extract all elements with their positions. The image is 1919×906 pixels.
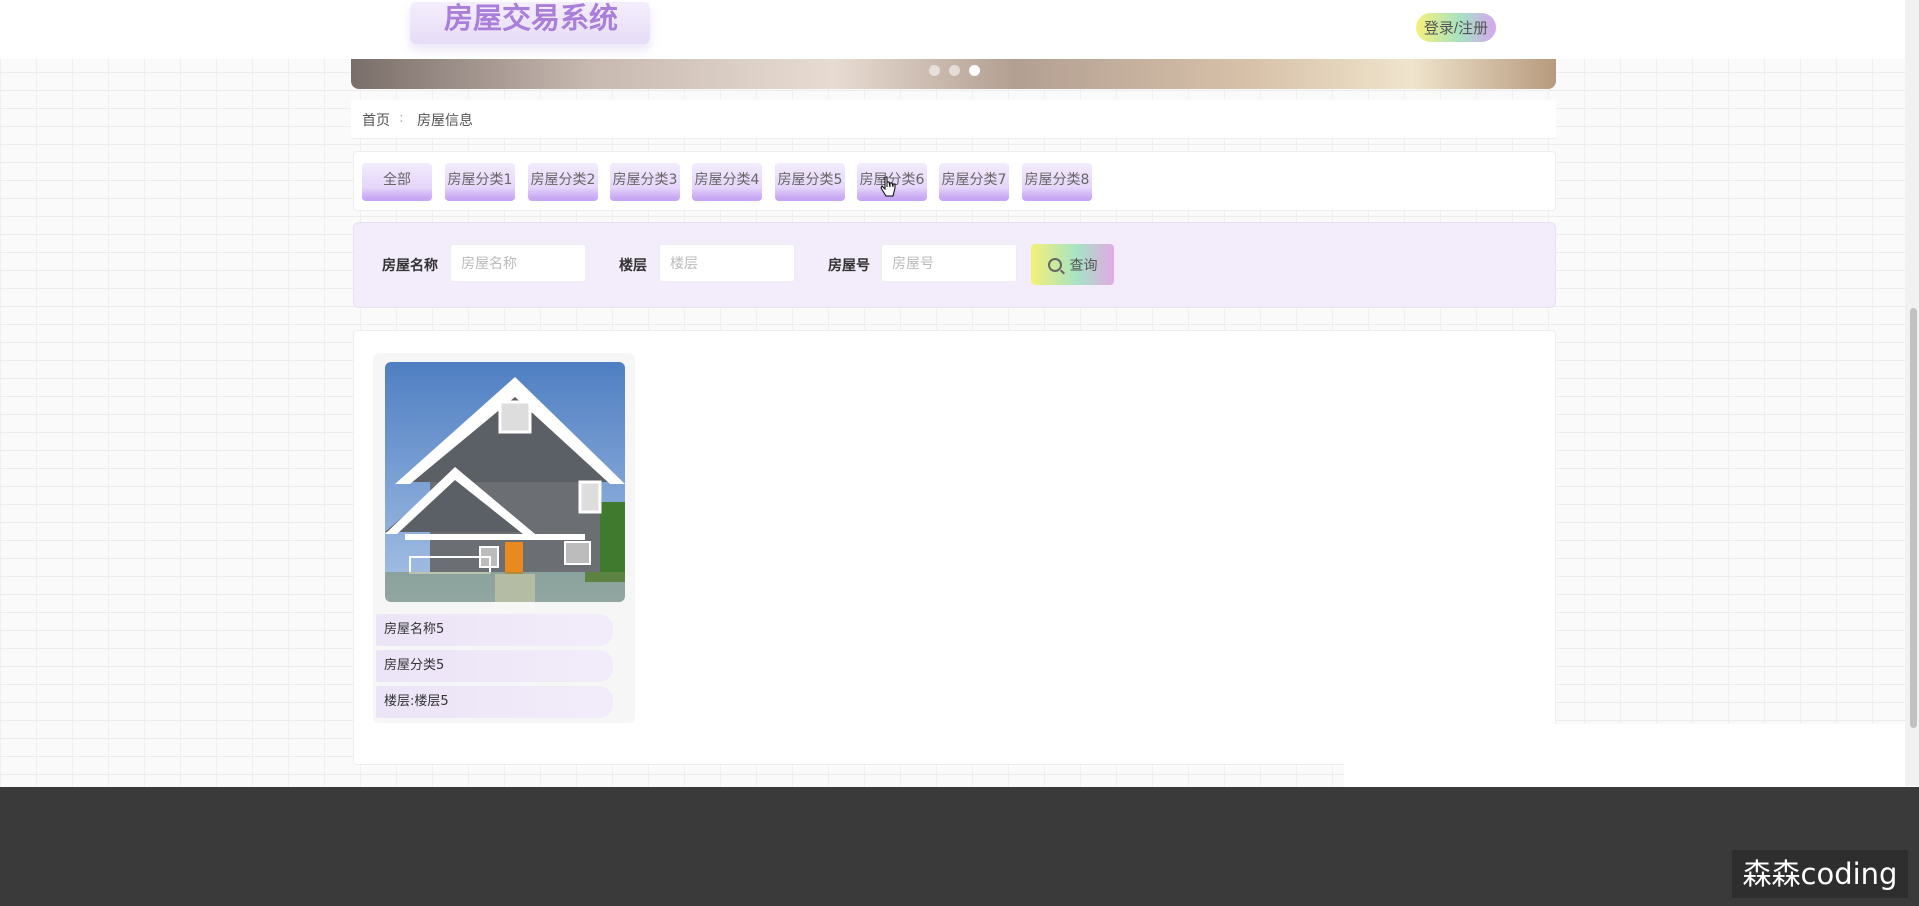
search-button[interactable]: 查询	[1031, 244, 1114, 285]
house-card-category: 房屋分类5	[376, 650, 613, 682]
breadcrumb-home[interactable]: 首页	[362, 110, 390, 130]
category-filter-panel: 全部 房屋分类1 房屋分类2 房屋分类3 房屋分类4 房屋分类5 房屋分类6 房…	[353, 151, 1556, 211]
site-logo[interactable]: 房屋交易系统	[420, 0, 642, 40]
header: 房屋交易系统 登录/注册	[0, 0, 1905, 59]
house-name-input[interactable]: 房屋名称	[450, 244, 586, 282]
category-tab-2[interactable]: 房屋分类2	[528, 163, 598, 198]
house-card-floor: 楼层:楼层5	[376, 686, 613, 718]
house-number-label: 房屋号	[828, 258, 870, 274]
search-button-label: 查询	[1069, 256, 1098, 273]
overlay-band	[1344, 724, 1919, 788]
house-card-name: 房屋名称5	[376, 614, 613, 646]
banner-carousel[interactable]	[351, 59, 1556, 89]
category-tab-7[interactable]: 房屋分类7	[939, 163, 1009, 198]
floor-label: 楼层	[619, 258, 647, 274]
search-icon	[1047, 257, 1062, 272]
carousel-dot-3[interactable]	[969, 65, 980, 76]
category-tab-8[interactable]: 房屋分类8	[1022, 163, 1092, 198]
floor-input[interactable]: 楼层	[659, 244, 795, 282]
house-name-label: 房屋名称	[382, 258, 438, 274]
footer	[0, 787, 1919, 906]
scrollbar-thumb[interactable]	[1910, 308, 1917, 728]
mouse-cursor-icon	[880, 176, 896, 197]
category-tab-5[interactable]: 房屋分类5	[775, 163, 845, 198]
house-number-input[interactable]: 房屋号	[881, 244, 1017, 282]
breadcrumb-current: 房屋信息	[417, 113, 473, 129]
category-tab-1[interactable]: 房屋分类1	[445, 163, 515, 198]
login-register-button[interactable]: 登录/注册	[1416, 13, 1496, 42]
watermark: 森森coding	[1732, 850, 1908, 898]
breadcrumb-separator: :	[399, 110, 404, 126]
breadcrumb: 首页 : 房屋信息	[351, 100, 1556, 139]
category-tab-3[interactable]: 房屋分类3	[610, 163, 680, 198]
category-tab-4[interactable]: 房屋分类4	[692, 163, 762, 198]
carousel-dot-1[interactable]	[929, 65, 940, 76]
category-tab-all[interactable]: 全部	[362, 163, 432, 198]
house-photo[interactable]	[385, 362, 625, 602]
carousel-dot-2[interactable]	[949, 65, 960, 76]
